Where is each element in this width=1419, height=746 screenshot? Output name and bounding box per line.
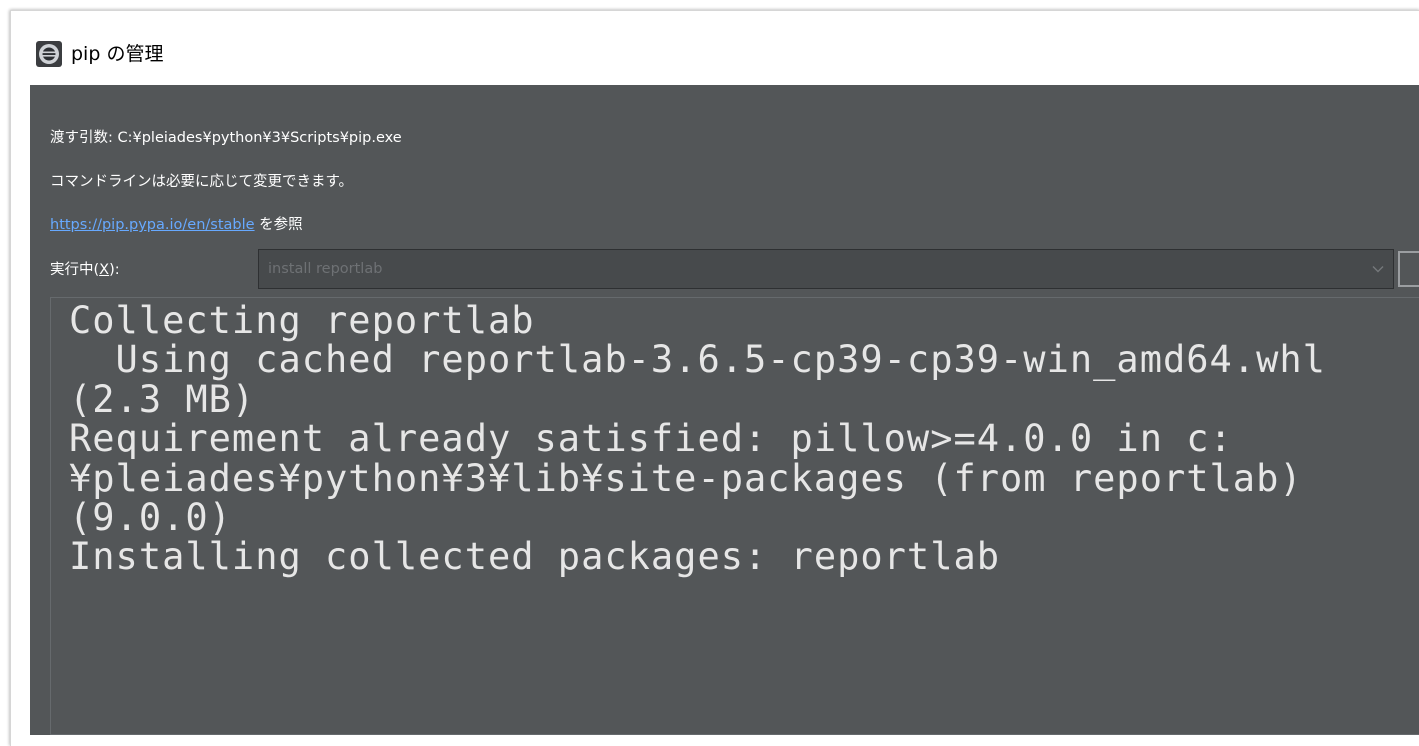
command-combobox[interactable]: install reportlab [258, 249, 1394, 289]
title-bar: pip の管理 [11, 11, 1419, 85]
console-line: Requirement already satisfied: pillow>=4… [69, 417, 1233, 461]
eclipse-icon [35, 40, 63, 68]
console-line: (2.3 MB) [69, 377, 256, 421]
run-label: 実行中(X): [50, 262, 120, 278]
run-button[interactable] [1398, 251, 1419, 287]
command-value: install reportlab [268, 261, 383, 277]
console-line: Using cached reportlab-3.6.5-cp39-cp39-w… [69, 338, 1326, 382]
commandline-note: コマンドラインは必要に応じて変更できます。 [50, 174, 354, 190]
console-line: Installing collected packages: reportlab [69, 535, 1001, 579]
console-line: Collecting reportlab [69, 299, 535, 342]
pip-docs-link[interactable]: https://pip.pypa.io/en/stable [50, 217, 255, 233]
console-text: Collecting reportlab Using cached report… [69, 301, 1326, 577]
pip-manage-dialog: pip の管理 渡す引数: C:¥pleiades¥python¥3¥Scrip… [10, 10, 1419, 746]
console-line: ¥pleiades¥python¥3¥lib¥site-packages (fr… [69, 456, 1303, 500]
reference-line: https://pip.pypa.io/en/stable を参照 [50, 216, 303, 234]
console-line: (9.0.0) [69, 496, 232, 540]
window-title: pip の管理 [71, 43, 164, 65]
reference-suffix: を参照 [254, 217, 303, 233]
chevron-down-icon[interactable] [1363, 250, 1393, 288]
args-info: 渡す引数: C:¥pleiades¥python¥3¥Scripts¥pip.e… [50, 130, 402, 146]
dialog-content: 渡す引数: C:¥pleiades¥python¥3¥Scripts¥pip.e… [30, 85, 1419, 735]
console-output[interactable]: Collecting reportlab Using cached report… [50, 297, 1419, 735]
